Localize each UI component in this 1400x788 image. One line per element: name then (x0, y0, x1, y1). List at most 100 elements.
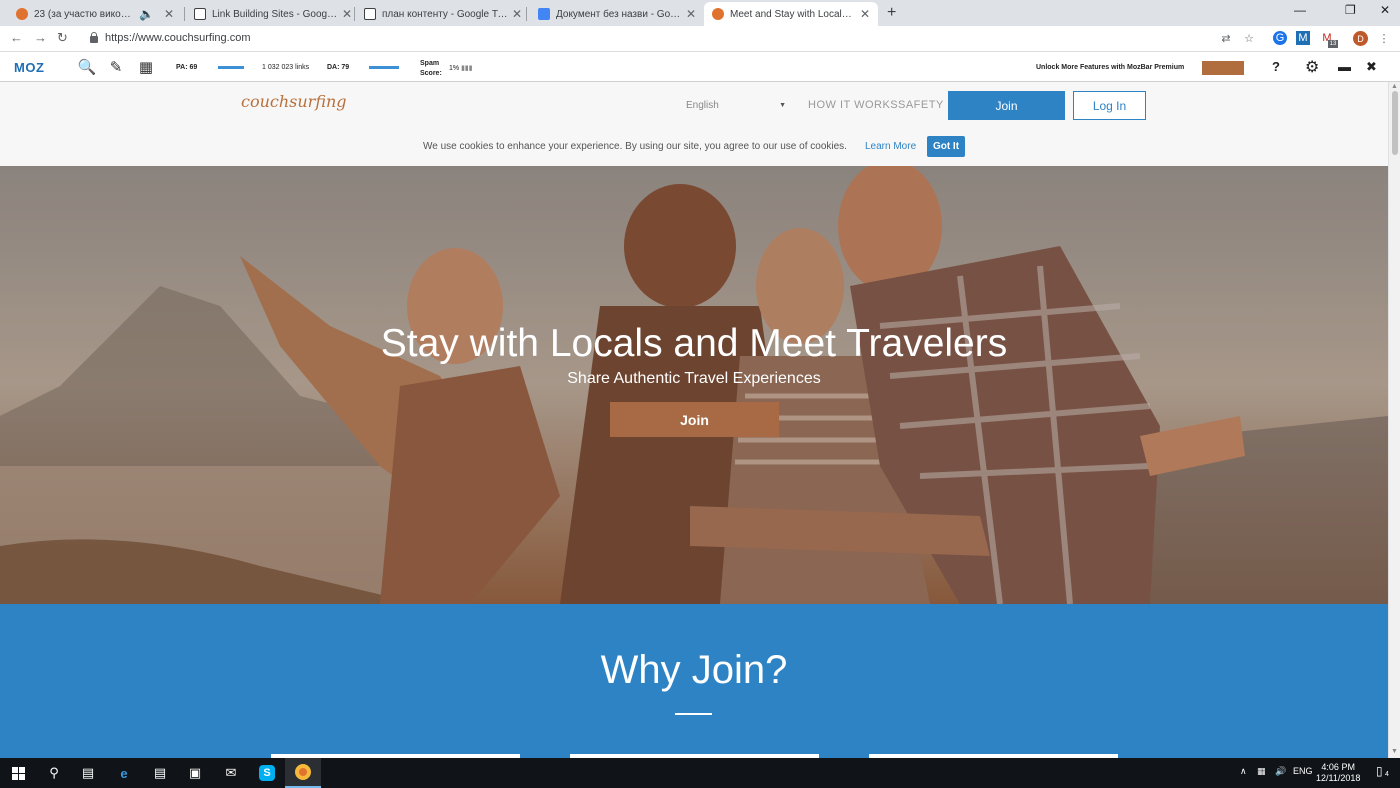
restore-icon[interactable]: ❐ (1345, 3, 1356, 17)
premium-promo-text: Unlock More Features with MozBar Premium (1036, 64, 1185, 71)
close-icon[interactable]: ✕ (860, 7, 870, 21)
cookie-accept-button[interactable]: Got It (927, 136, 965, 157)
close-icon[interactable]: ✕ (164, 7, 174, 21)
why-join-heading: Why Join? (600, 648, 788, 692)
translate-icon[interactable]: ⇄ (1219, 31, 1233, 45)
couchsurfing-favicon-icon (712, 8, 724, 20)
spam-score-label: Spam Score: (420, 59, 442, 79)
tab-title: план контенту - Google Таблиці (382, 8, 508, 20)
profile-avatar[interactable]: D (1353, 31, 1368, 46)
scrollbar-thumb[interactable] (1392, 91, 1398, 155)
file-explorer-icon[interactable]: ▤ (142, 758, 178, 788)
sheets-favicon-icon (194, 8, 206, 20)
chrome-taskbar-icon[interactable] (285, 758, 321, 788)
cookie-learn-more-link[interactable]: Learn More (865, 141, 916, 152)
hero-banner: Stay with Locals and Meet Travelers Shar… (0, 166, 1388, 604)
browser-tab[interactable]: Документ без назви - Google Д ✕ (530, 2, 704, 26)
mail-icon[interactable]: ✉ (213, 758, 249, 788)
start-button[interactable] (0, 758, 36, 788)
domain-authority-bar (369, 66, 399, 69)
scroll-down-arrow-icon[interactable]: ▼ (1391, 748, 1398, 755)
page-authority: PA: 69 (176, 64, 198, 71)
extension-badge: 13 (1328, 40, 1338, 48)
collapse-bar-icon[interactable]: ▬ (1338, 59, 1351, 74)
new-tab-button[interactable]: + (887, 4, 896, 22)
lock-icon (90, 31, 98, 43)
couchsurfing-favicon-icon (16, 8, 28, 20)
couchsurfing-logo[interactable]: couchsurfing (241, 92, 347, 111)
search-icon[interactable]: ⚲ (36, 758, 72, 788)
reload-icon[interactable]: ↻ (57, 30, 68, 46)
link-count[interactable]: 1 032 023 links (262, 64, 309, 71)
page-authority-bar (218, 66, 244, 69)
browser-tab-active[interactable]: Meet and Stay with Locals All O ✕ (704, 2, 878, 26)
site-header: couchsurfing English ▼ HOW IT WORKS SAFE… (0, 82, 1388, 130)
store-icon[interactable]: ▣ (177, 758, 213, 788)
skype-icon[interactable]: S (249, 758, 285, 788)
language-value: English (686, 100, 719, 111)
hero-subtitle: Share Authentic Travel Experiences (567, 370, 821, 387)
login-button[interactable]: Log In (1073, 91, 1146, 120)
browser-tab[interactable]: 23 (за участю виконавців 🔈 ✕ (8, 2, 182, 26)
docs-favicon-icon (538, 8, 550, 20)
url-text: https://www.couchsurfing.com (105, 32, 251, 44)
back-arrow-icon[interactable]: ← (10, 30, 23, 45)
url-field[interactable]: https://www.couchsurfing.com (90, 31, 251, 44)
settings-gear-icon[interactable]: ⚙ (1305, 57, 1319, 77)
windows-logo-icon (11, 766, 25, 780)
join-button[interactable]: Join (948, 91, 1065, 120)
nav-how-it-works[interactable]: HOW IT WORKS (808, 99, 898, 111)
caret-down-icon: ▼ (779, 102, 786, 109)
nav-safety[interactable]: SAFETY (898, 99, 944, 111)
highlight-pencil-icon[interactable]: ✎ (107, 58, 125, 76)
tab-title: 23 (за участю виконавців (34, 8, 135, 20)
system-clock[interactable]: 4:06 PM 12/11/2018 (1316, 762, 1360, 784)
address-bar: ← → ↻ https://www.couchsurfing.com ⇄ ☆ G… (0, 26, 1400, 52)
browser-tab[interactable]: Link Building Sites - Google Таб ✕ (186, 2, 360, 26)
page-analysis-icon[interactable]: 🔍 (78, 58, 97, 76)
notification-center-icon[interactable]: ▯ (1376, 764, 1383, 778)
tab-separator (526, 7, 527, 21)
close-icon[interactable]: ✕ (342, 7, 352, 21)
spam-value-text: 1% (449, 65, 460, 72)
cookie-banner: We use cookies to enhance your experienc… (0, 130, 1388, 166)
premium-button[interactable] (1202, 61, 1244, 75)
help-icon[interactable]: ? (1272, 59, 1280, 74)
windows-taskbar: ⚲ ▤ e ▤ ▣ ✉ S ∧ ▦ 🔊 ENG 4:06 PM 12/11/20… (0, 758, 1400, 788)
star-bookmark-icon[interactable]: ☆ (1242, 31, 1256, 45)
browser-tab[interactable]: план контенту - Google Таблиці ✕ (356, 2, 530, 26)
forward-arrow-icon[interactable]: → (34, 30, 47, 45)
input-language[interactable]: ENG (1293, 766, 1313, 776)
close-window-icon[interactable]: ✕ (1380, 3, 1390, 17)
spam-label-line2: Score: (420, 70, 442, 77)
tray-chevron-up-icon[interactable]: ∧ (1240, 766, 1247, 777)
grammarly-icon[interactable]: G (1273, 31, 1287, 45)
tab-separator (184, 7, 185, 21)
moz-logo[interactable]: MOZ (14, 60, 44, 75)
moz-extension-icon[interactable]: M (1296, 31, 1310, 45)
minimize-icon[interactable]: — (1294, 3, 1306, 17)
skype-logo-icon: S (259, 765, 275, 781)
hero-join-button[interactable]: Join (610, 402, 779, 437)
close-icon[interactable]: ✕ (686, 7, 696, 21)
clock-date: 12/11/2018 (1316, 773, 1361, 783)
sheets-favicon-icon (364, 8, 376, 20)
domain-authority: DA: 79 (327, 64, 350, 71)
menu-dots-icon[interactable]: ⋮ (1377, 31, 1391, 45)
language-select[interactable]: English ▼ (686, 100, 788, 111)
tab-title: Link Building Sites - Google Таб (212, 8, 338, 20)
heading-divider (675, 713, 712, 715)
scroll-up-arrow-icon[interactable]: ▲ (1391, 83, 1398, 90)
page-scrollbar[interactable]: ▲ ▼ (1388, 82, 1400, 758)
task-view-icon[interactable]: ▤ (70, 758, 106, 788)
browser-tab-strip: 23 (за участю виконавців 🔈 ✕ Link Buildi… (0, 0, 1400, 26)
volume-icon[interactable]: 🔊 (1275, 766, 1286, 777)
serp-overlay-icon[interactable]: ▦ (137, 58, 155, 76)
network-icon[interactable]: ▦ (1257, 766, 1266, 777)
edge-browser-icon[interactable]: e (106, 758, 142, 788)
tab-title: Документ без назви - Google Д (556, 8, 682, 20)
close-icon[interactable]: ✕ (512, 7, 522, 21)
close-mozbar-icon[interactable]: ✖ (1366, 59, 1377, 75)
speaker-icon[interactable]: 🔈 (139, 7, 154, 21)
tab-title: Meet and Stay with Locals All O (730, 8, 856, 20)
